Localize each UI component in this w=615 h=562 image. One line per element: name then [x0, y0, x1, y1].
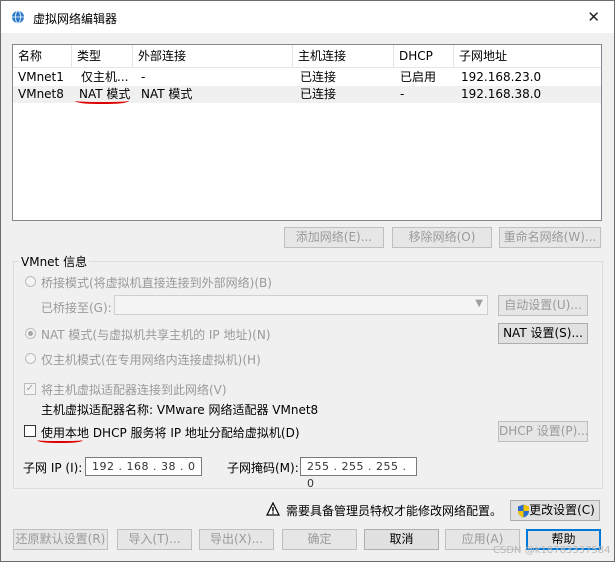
- import-button[interactable]: 导入(T)...: [117, 529, 192, 550]
- change-settings-button[interactable]: 更改设置(C): [510, 500, 600, 521]
- ok-button[interactable]: 确定: [282, 529, 357, 550]
- chevron-down-icon: ▼: [475, 298, 483, 309]
- cell-type: 仅主机...: [81, 70, 129, 84]
- remove-network-button[interactable]: 移除网络(O): [392, 227, 492, 248]
- title-bar: 虚拟网络编辑器 ✕: [1, 1, 614, 33]
- connect-adapter-checkbox[interactable]: ✓: [24, 383, 36, 395]
- dhcp-settings-button[interactable]: DHCP 设置(P)...: [498, 421, 589, 442]
- annotation-underline: [37, 436, 83, 443]
- auto-settings-button[interactable]: 自动设置(U)...: [498, 295, 588, 316]
- cell-subnet: 192.168.38.0: [461, 87, 542, 101]
- bridged-to-select[interactable]: ▼: [114, 295, 488, 315]
- nat-settings-button[interactable]: NAT 设置(S)...: [498, 323, 588, 344]
- cell-name: VMnet1: [18, 70, 64, 84]
- subnet-ip-input[interactable]: 192 . 168 . 38 . 0: [85, 457, 202, 476]
- watermark: CSDN @k18783337584: [493, 545, 611, 556]
- cell-dhcp: 已启用: [400, 70, 437, 84]
- list-header: 名称 类型 外部连接 主机连接 DHCP 子网地址: [13, 45, 601, 68]
- virtual-network-editor-window: 虚拟网络编辑器 ✕ 名称 类型 外部连接 主机连接 DHCP 子网地址 VMne…: [0, 0, 615, 562]
- network-globe-icon: [12, 10, 24, 24]
- cell-name: VMnet8: [18, 87, 64, 101]
- cell-host: 已连接: [300, 70, 337, 84]
- annotation-underline: [75, 96, 129, 104]
- add-network-button[interactable]: 添加网络(E)...: [284, 227, 384, 248]
- cell-host: 已连接: [300, 87, 337, 101]
- rename-network-button[interactable]: 重命名网络(W)...: [499, 227, 601, 248]
- connect-adapter-label: 将主机虚拟适配器连接到此网络(V): [41, 383, 227, 397]
- restore-defaults-button[interactable]: 还原默认设置(R): [13, 529, 108, 550]
- host-only-radio[interactable]: [25, 353, 36, 364]
- close-icon[interactable]: ✕: [587, 8, 600, 26]
- subnet-ip-label: 子网 IP (I):: [23, 461, 83, 475]
- cell-external: NAT 模式: [141, 87, 193, 101]
- warning-icon: [266, 502, 280, 516]
- column-header-type[interactable]: 类型: [72, 45, 133, 67]
- bridged-to-label: 已桥接至(G):: [41, 301, 112, 315]
- subnet-mask-input[interactable]: 255 . 255 . 255 . 0: [300, 457, 417, 490]
- column-header-subnet[interactable]: 子网地址: [454, 45, 601, 67]
- network-list[interactable]: 名称 类型 外部连接 主机连接 DHCP 子网地址 VMnet1 仅主机... …: [12, 44, 602, 221]
- subnet-mask-label: 子网掩码(M):: [227, 461, 299, 475]
- cell-dhcp: -: [400, 87, 405, 101]
- column-header-external[interactable]: 外部连接: [133, 45, 293, 67]
- table-row[interactable]: VMnet1 仅主机... - 已连接 已启用 192.168.23.0: [13, 69, 601, 86]
- column-header-name[interactable]: 名称: [13, 45, 72, 67]
- window-title: 虚拟网络编辑器: [33, 12, 118, 26]
- bridge-mode-label: 桥接模式(将虚拟机直接连接到外部网络)(B): [41, 276, 272, 290]
- column-header-dhcp[interactable]: DHCP: [394, 45, 454, 67]
- admin-notice-text: 需要具备管理员特权才能修改网络配置。: [286, 504, 503, 518]
- column-header-host[interactable]: 主机连接: [293, 45, 394, 67]
- export-button[interactable]: 导出(X)...: [199, 529, 274, 550]
- vmnet-info-label: VMnet 信息: [19, 253, 90, 270]
- cell-subnet: 192.168.23.0: [461, 70, 542, 84]
- cell-external: -: [141, 70, 146, 84]
- uac-shield-icon: [518, 504, 529, 518]
- dhcp-checkbox[interactable]: [24, 425, 36, 437]
- cancel-button[interactable]: 取消: [364, 529, 439, 550]
- nat-mode-label: NAT 模式(与虚拟机共享主机的 IP 地址)(N): [41, 328, 271, 342]
- change-settings-label: 更改设置(C): [529, 503, 595, 517]
- bridge-mode-radio[interactable]: [25, 276, 36, 287]
- nat-mode-radio[interactable]: [25, 328, 36, 339]
- host-only-label: 仅主机模式(在专用网络内连接虚拟机)(H): [41, 353, 261, 367]
- adapter-name-label: 主机虚拟适配器名称: VMware 网络适配器 VMnet8: [41, 403, 319, 417]
